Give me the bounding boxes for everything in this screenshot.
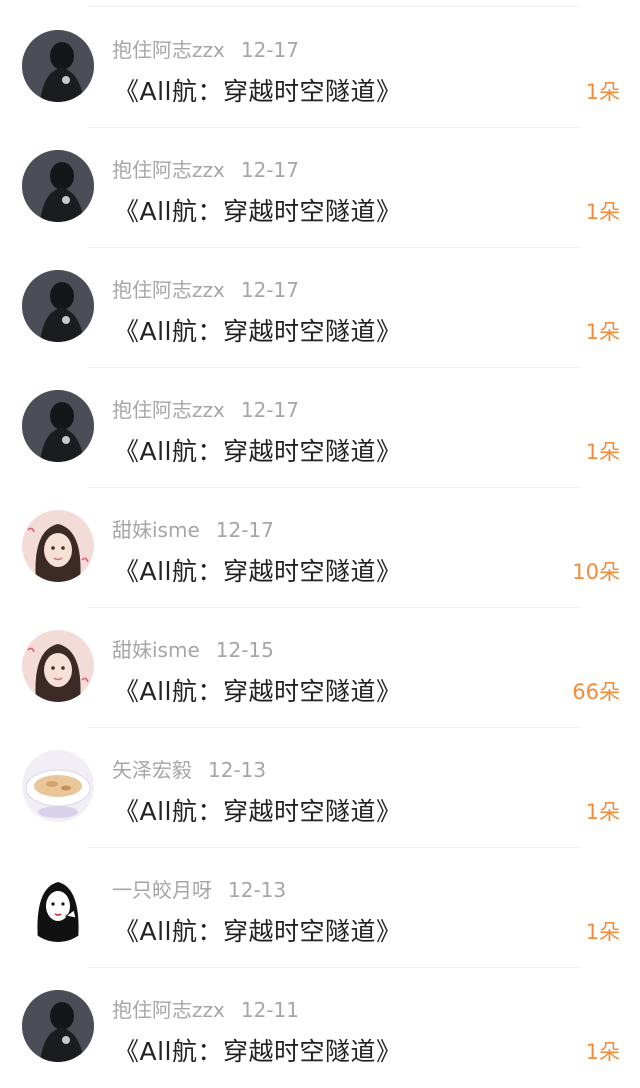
girl-pink-avatar-icon [22, 630, 94, 702]
book-title[interactable]: 《All航：穿越时空隧道》 [114, 552, 402, 588]
avatar[interactable] [22, 30, 94, 102]
gift-meta: 抱住阿志zzx 12-17 [112, 274, 299, 303]
book-title[interactable]: 《All航：穿越时空隧道》 [114, 912, 402, 948]
gift-meta: 矢泽宏毅 12-13 [112, 754, 266, 783]
food-plate-avatar-icon [22, 750, 94, 822]
gift-list: 抱住阿志zzx 12-17 《All航：穿越时空隧道》 1朵 抱住阿志zzx 12-… [0, 8, 640, 1088]
book-title[interactable]: 《All航：穿越时空隧道》 [114, 312, 402, 348]
dark-portrait-avatar-icon [22, 390, 94, 462]
gift-date: 12-17 [240, 38, 299, 62]
gift-date: 12-13 [208, 758, 267, 782]
username[interactable]: 抱住阿志zzx [112, 278, 225, 302]
sketch-girl-avatar-icon [22, 870, 94, 942]
username[interactable]: 抱住阿志zzx [112, 398, 225, 422]
list-item[interactable]: 抱住阿志zzx 12-11 《All航：穿越时空隧道》 1朵 [0, 968, 640, 1088]
gift-date: 12-17 [240, 158, 299, 182]
username[interactable]: 甜妹isme [112, 518, 200, 542]
book-title[interactable]: 《All航：穿越时空隧道》 [114, 1032, 402, 1068]
list-item[interactable]: 甜妹isme 12-15 《All航：穿越时空隧道》 66朵 [0, 608, 640, 728]
dark-portrait-avatar-icon [22, 270, 94, 342]
book-title[interactable]: 《All航：穿越时空隧道》 [114, 192, 402, 228]
dark-portrait-avatar-icon [22, 30, 94, 102]
gift-date: 12-13 [228, 878, 287, 902]
top-divider [88, 6, 580, 7]
list-item[interactable]: 抱住阿志zzx 12-17 《All航：穿越时空隧道》 1朵 [0, 8, 640, 128]
dark-portrait-avatar-icon [22, 990, 94, 1062]
gift-count: 66朵 [572, 680, 620, 704]
gift-meta: 抱住阿志zzx 12-17 [112, 154, 299, 183]
book-title[interactable]: 《All航：穿越时空隧道》 [114, 792, 402, 828]
gift-meta: 抱住阿志zzx 12-17 [112, 34, 299, 63]
username[interactable]: 甜妹isme [112, 638, 200, 662]
avatar[interactable] [22, 630, 94, 702]
girl-pink-avatar-icon [22, 510, 94, 582]
list-item[interactable]: 甜妹isme 12-17 《All航：穿越时空隧道》 10朵 [0, 488, 640, 608]
gift-date: 12-17 [240, 278, 299, 302]
book-title[interactable]: 《All航：穿越时空隧道》 [114, 432, 402, 468]
gift-date: 12-15 [215, 638, 274, 662]
list-item[interactable]: 抱住阿志zzx 12-17 《All航：穿越时空隧道》 1朵 [0, 248, 640, 368]
avatar[interactable] [22, 150, 94, 222]
gift-date: 12-11 [240, 998, 299, 1022]
dark-portrait-avatar-icon [22, 150, 94, 222]
avatar[interactable] [22, 870, 94, 942]
gift-count: 1朵 [585, 800, 620, 824]
gift-meta: 甜妹isme 12-17 [112, 514, 274, 543]
username[interactable]: 抱住阿志zzx [112, 38, 225, 62]
username[interactable]: 矢泽宏毅 [112, 758, 192, 782]
list-item[interactable]: 一只皎月呀 12-13 《All航：穿越时空隧道》 1朵 [0, 848, 640, 968]
list-item[interactable]: 抱住阿志zzx 12-17 《All航：穿越时空隧道》 1朵 [0, 368, 640, 488]
gift-meta: 甜妹isme 12-15 [112, 634, 274, 663]
gift-count: 1朵 [585, 320, 620, 344]
gift-meta: 一只皎月呀 12-13 [112, 874, 286, 903]
gift-count: 1朵 [585, 80, 620, 104]
gift-count: 10朵 [572, 560, 620, 584]
username[interactable]: 抱住阿志zzx [112, 158, 225, 182]
gift-date: 12-17 [215, 518, 274, 542]
gift-date: 12-17 [240, 398, 299, 422]
book-title[interactable]: 《All航：穿越时空隧道》 [114, 672, 402, 708]
list-item[interactable]: 矢泽宏毅 12-13 《All航：穿越时空隧道》 1朵 [0, 728, 640, 848]
username[interactable]: 抱住阿志zzx [112, 998, 225, 1022]
avatar[interactable] [22, 270, 94, 342]
gift-count: 1朵 [585, 1040, 620, 1064]
avatar[interactable] [22, 390, 94, 462]
username[interactable]: 一只皎月呀 [112, 878, 212, 902]
gift-meta: 抱住阿志zzx 12-11 [112, 994, 299, 1023]
list-item[interactable]: 抱住阿志zzx 12-17 《All航：穿越时空隧道》 1朵 [0, 128, 640, 248]
gift-count: 1朵 [585, 440, 620, 464]
avatar[interactable] [22, 510, 94, 582]
avatar[interactable] [22, 990, 94, 1062]
gift-count: 1朵 [585, 200, 620, 224]
gift-meta: 抱住阿志zzx 12-17 [112, 394, 299, 423]
avatar[interactable] [22, 750, 94, 822]
book-title[interactable]: 《All航：穿越时空隧道》 [114, 72, 402, 108]
gift-count: 1朵 [585, 920, 620, 944]
